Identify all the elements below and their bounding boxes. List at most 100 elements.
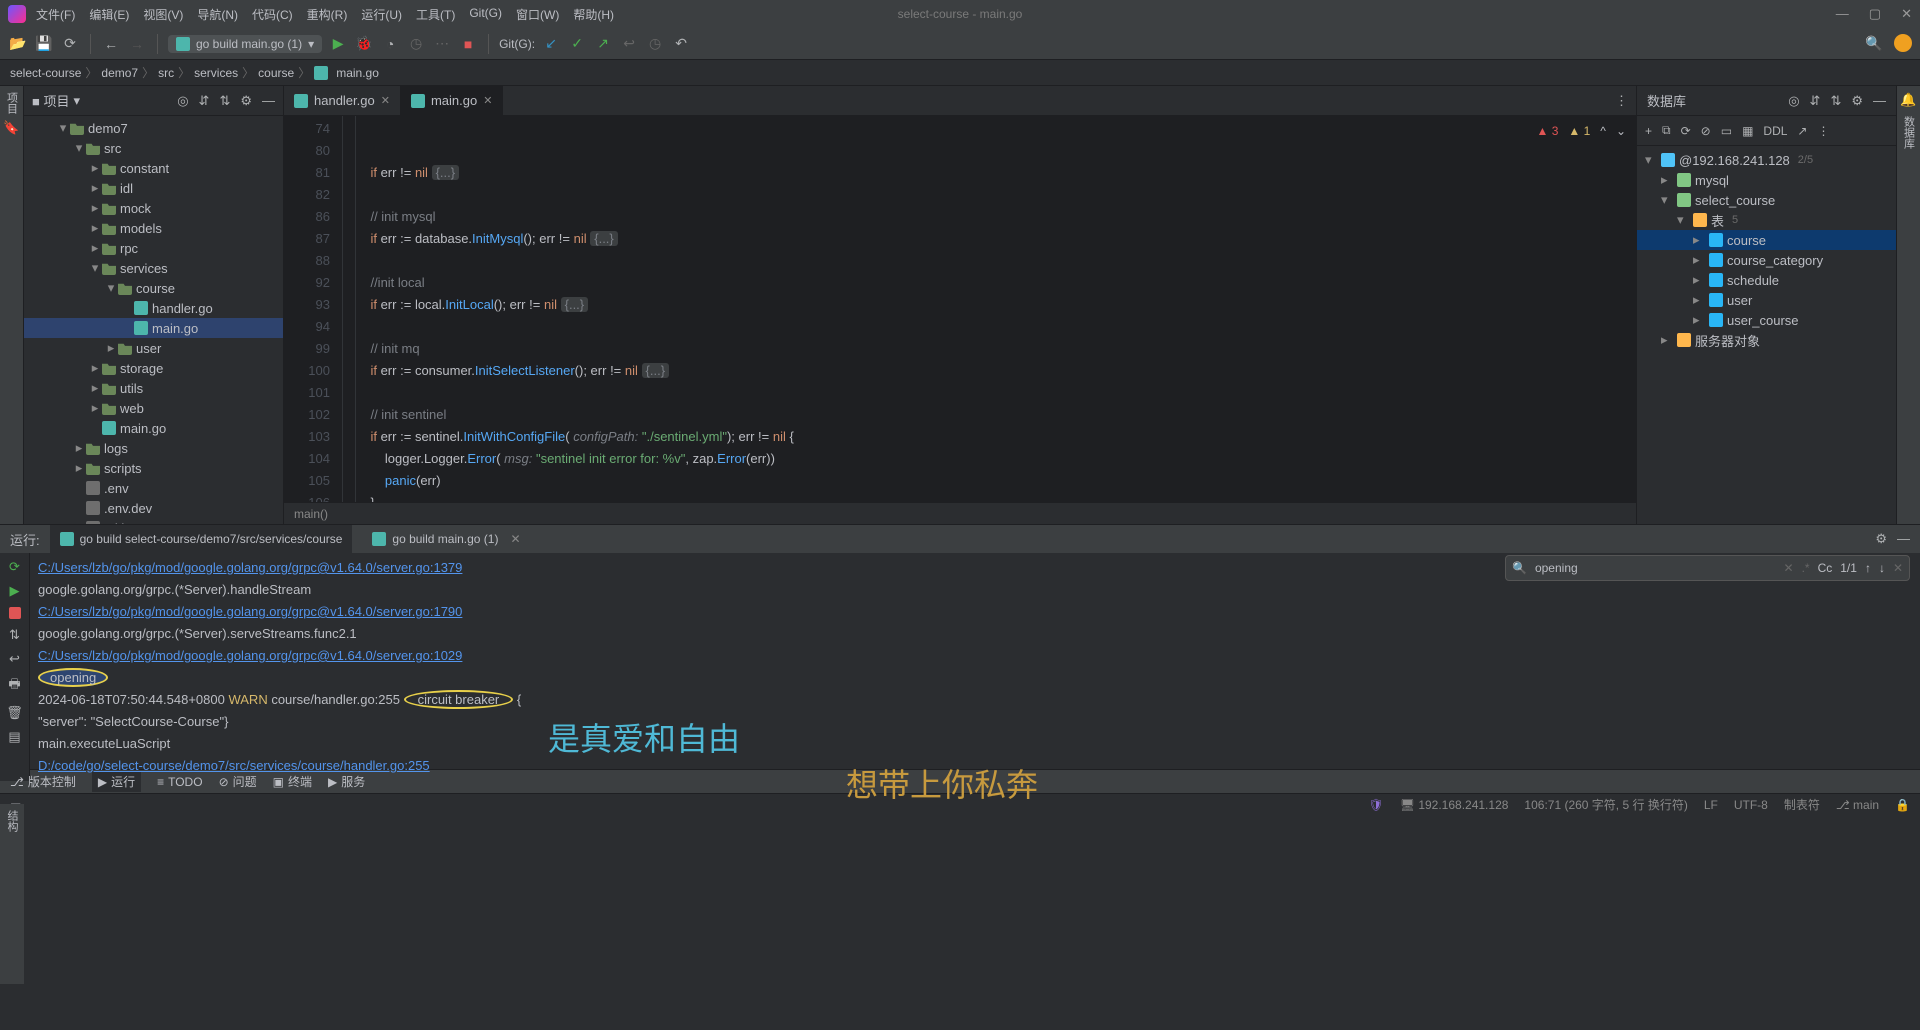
hide-icon[interactable]: — bbox=[1897, 531, 1910, 547]
gear-icon[interactable]: ⚙ bbox=[240, 93, 252, 109]
kebab-icon[interactable]: ⋮ bbox=[1615, 93, 1628, 109]
db-tables-folder[interactable]: ▾表5 bbox=[1637, 210, 1896, 230]
menu-tools[interactable]: 工具(T) bbox=[416, 6, 455, 23]
close-icon[interactable]: ✕ bbox=[1901, 6, 1912, 22]
collapse-icon[interactable]: ⇅ bbox=[219, 93, 230, 109]
git-rollback-icon[interactable]: ↶ bbox=[671, 34, 691, 54]
tree-row-storage[interactable]: ▸storage bbox=[24, 358, 283, 378]
tree-row-mock[interactable]: ▸mock bbox=[24, 198, 283, 218]
print-icon[interactable]: 🖶 bbox=[8, 675, 20, 697]
fold-area[interactable] bbox=[342, 116, 356, 502]
regex-toggle[interactable]: .* bbox=[1802, 557, 1810, 579]
menu-refactor[interactable]: 重构(R) bbox=[307, 6, 348, 23]
run-tab-1[interactable]: go build main.go (1)✕ bbox=[362, 525, 530, 553]
kebab-icon[interactable]: ⋮ bbox=[1817, 124, 1829, 138]
crumb-4[interactable]: course bbox=[258, 66, 294, 80]
clear-icon[interactable]: ✕ bbox=[1784, 557, 1794, 579]
attach-icon[interactable]: ⋯ bbox=[432, 34, 452, 54]
git-clock-icon[interactable]: ◷ bbox=[645, 34, 665, 54]
menu-help[interactable]: 帮助(H) bbox=[573, 6, 614, 23]
maximize-icon[interactable]: ▢ bbox=[1869, 6, 1881, 22]
editor-breadcrumb[interactable]: main() bbox=[284, 502, 1636, 524]
git-history-icon[interactable]: ↩ bbox=[619, 34, 639, 54]
close-icon[interactable]: ✕ bbox=[1893, 557, 1903, 579]
editor-body[interactable]: 7480818286878892939499100101102103104105… bbox=[284, 116, 1636, 502]
minimize-icon[interactable]: — bbox=[1836, 6, 1849, 22]
menu-run[interactable]: 运行(U) bbox=[361, 6, 402, 23]
gear-icon[interactable]: ⚙ bbox=[1875, 531, 1887, 547]
save-icon[interactable]: 💾 bbox=[34, 34, 54, 54]
tree-row-handler.go[interactable]: handler.go bbox=[24, 298, 283, 318]
db-server-objects[interactable]: ▸服务器对象 bbox=[1637, 330, 1896, 350]
crumb-1[interactable]: demo7 bbox=[101, 66, 138, 80]
git-commit-icon[interactable]: ✓ bbox=[567, 34, 587, 54]
collapse-icon[interactable]: ⇅ bbox=[1830, 93, 1841, 109]
tree-row-services[interactable]: ▾services bbox=[24, 258, 283, 278]
forward-icon[interactable]: → bbox=[127, 34, 147, 54]
tree-row-demo7[interactable]: ▾demo7 bbox=[24, 118, 283, 138]
bookmark-icon[interactable]: 🔖 bbox=[3, 120, 19, 136]
menu-edit[interactable]: 编辑(E) bbox=[89, 6, 129, 23]
delete-icon[interactable]: 🗑 bbox=[6, 705, 23, 721]
target-icon[interactable]: ◎ bbox=[1788, 93, 1799, 109]
soft-wrap-icon[interactable]: ↩ bbox=[9, 651, 20, 667]
target-icon[interactable]: ◎ bbox=[177, 93, 188, 109]
stop-icon[interactable]: ⊘ bbox=[1701, 124, 1711, 138]
menu-file[interactable]: 文件(F) bbox=[36, 6, 75, 23]
tree-row-scripts[interactable]: ▸scripts bbox=[24, 458, 283, 478]
duplicate-icon[interactable]: ⧉ bbox=[1662, 123, 1671, 138]
db-schema-selectcourse[interactable]: ▾select_course bbox=[1637, 190, 1896, 210]
chevron-down-icon[interactable]: ⌄ bbox=[1616, 120, 1626, 142]
status-caret[interactable]: 106:71 (260 字符, 5 行 换行符) bbox=[1524, 796, 1687, 813]
close-icon[interactable]: ✕ bbox=[510, 532, 520, 546]
crumb-0[interactable]: select-course bbox=[10, 66, 81, 80]
menu-git[interactable]: Git(G) bbox=[469, 6, 502, 23]
tree-row-src[interactable]: ▾src bbox=[24, 138, 283, 158]
inspection-widget[interactable]: ▲ 3 ▲ 1 ^⌄ bbox=[1536, 120, 1626, 142]
lock-icon[interactable]: 🔒 bbox=[1895, 798, 1910, 812]
debug-icon[interactable]: 🐞 bbox=[354, 34, 374, 54]
tree-row-web[interactable]: ▸web bbox=[24, 398, 283, 418]
shield-icon[interactable]: 🛡 bbox=[1369, 798, 1384, 812]
status-branch[interactable]: ⎇ main bbox=[1836, 798, 1879, 812]
status-indent[interactable]: 制表符 bbox=[1784, 796, 1820, 813]
close-icon[interactable]: ✕ bbox=[381, 94, 390, 107]
tree-row-.gitignore[interactable]: .gitignore bbox=[24, 518, 283, 524]
db-datasource[interactable]: ▾@192.168.241.1282/5 bbox=[1637, 150, 1896, 170]
tree-row-idl[interactable]: ▸idl bbox=[24, 178, 283, 198]
rerun-icon[interactable]: ⟳ bbox=[9, 559, 20, 575]
gear-icon[interactable]: ⚙ bbox=[1851, 93, 1863, 109]
crumb-3[interactable]: services bbox=[194, 66, 238, 80]
crumb-5[interactable]: main.go bbox=[336, 66, 379, 80]
tree-row-models[interactable]: ▸models bbox=[24, 218, 283, 238]
next-icon[interactable]: ↓ bbox=[1879, 557, 1885, 579]
tree-row-main.go[interactable]: main.go bbox=[24, 318, 283, 338]
menu-code[interactable]: 代码(C) bbox=[252, 6, 293, 23]
close-icon[interactable]: ✕ bbox=[483, 94, 492, 107]
prev-icon[interactable]: ↑ bbox=[1865, 557, 1871, 579]
case-toggle[interactable]: Cc bbox=[1818, 557, 1833, 579]
run-config-selector[interactable]: go build main.go (1) ▾ bbox=[168, 35, 322, 53]
tree-row-user[interactable]: ▸user bbox=[24, 338, 283, 358]
git-update-icon[interactable]: ↙ bbox=[541, 34, 561, 54]
git-push-icon[interactable]: ↗ bbox=[593, 34, 613, 54]
console-output[interactable]: 🔍 ✕ .* Cc 1/1 ↑ ↓ ✕ C:/Users/lzb/go/pkg/… bbox=[30, 553, 1920, 781]
sidebar-tab-database[interactable]: 数据库 bbox=[1901, 116, 1917, 149]
code-area[interactable]: ▲ 3 ▲ 1 ^⌄ if err != nil {...} // init m… bbox=[356, 116, 1636, 502]
avatar-icon[interactable] bbox=[1894, 34, 1912, 52]
project-tree[interactable]: ▾demo7▾src▸constant▸idl▸mock▸models▸rpc▾… bbox=[24, 116, 283, 524]
db-tree[interactable]: ▾@192.168.241.1282/5 ▸mysql ▾select_cour… bbox=[1637, 146, 1896, 524]
menu-view[interactable]: 视图(V) bbox=[143, 6, 183, 23]
profile-icon[interactable]: ◷ bbox=[406, 34, 426, 54]
stop-icon[interactable] bbox=[9, 607, 21, 619]
scroll-icon[interactable]: ▤ bbox=[8, 729, 20, 745]
run-icon[interactable]: ▶ bbox=[10, 583, 20, 599]
back-icon[interactable]: ← bbox=[101, 34, 121, 54]
expand-icon[interactable]: ⇵ bbox=[199, 93, 210, 109]
db-table-course[interactable]: ▸course bbox=[1637, 230, 1896, 250]
tree-row-course[interactable]: ▾course bbox=[24, 278, 283, 298]
stop-icon[interactable]: ■ bbox=[458, 34, 478, 54]
tree-row-main.go[interactable]: main.go bbox=[24, 418, 283, 438]
expand-icon[interactable]: ⇵ bbox=[1810, 93, 1821, 109]
ddl-button[interactable]: DDL bbox=[1763, 124, 1787, 138]
